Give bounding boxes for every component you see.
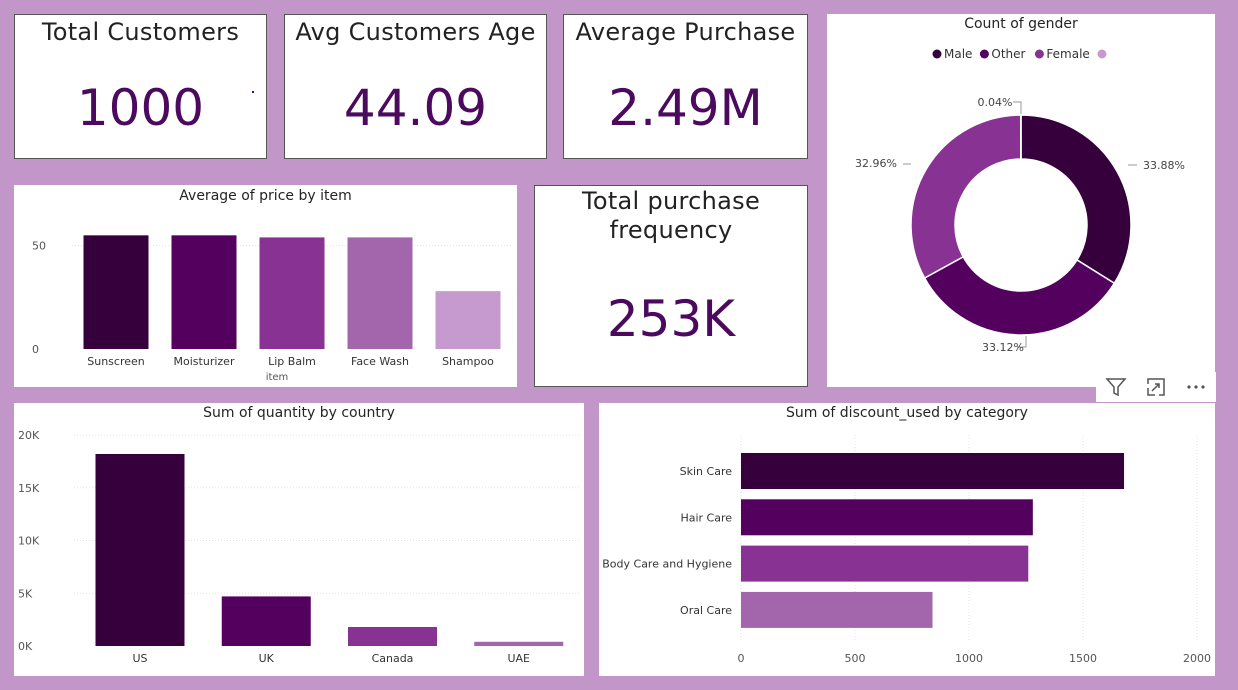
x-tick-label: Lip Balm [268,355,316,368]
donut-slice [923,255,1116,336]
qty-by-country-chart[interactable]: Sum of quantity by country 0K 5K 10K 15K 20K… [14,403,584,676]
legend-label: Male [944,47,972,61]
data-label: 33.88% [1143,159,1185,172]
kpi-value: 1000 [76,79,205,137]
visual-toolbar [1096,372,1216,402]
legend-label: Female [1046,47,1089,61]
bar [741,499,1033,536]
y-tick-label: Hair Care [680,511,732,524]
kpi-total-customers[interactable]: Total Customers 1000 [14,14,267,159]
data-label: 32.96% [855,157,897,170]
focus-mode-icon[interactable] [1142,374,1170,400]
x-tick-label: 500 [845,652,866,665]
kpi-title: Avg Customers Age [295,18,536,46]
data-label: 0.04% [978,96,1013,109]
x-tick-label: UK [259,652,275,665]
legend-marker [979,49,989,59]
kpi-title: Total Customers [41,18,240,46]
bar [741,453,1125,489]
legend-marker [1034,49,1044,59]
legend-marker [1097,49,1107,59]
y-tick-label: 0 [32,343,39,356]
x-tick-label: Shampoo [442,355,494,368]
kpi-value: 2.49M [608,79,763,137]
bar [347,237,413,349]
x-tick-label: Face Wash [351,355,409,368]
dot-marker [252,91,254,93]
legend-label: Other [991,47,1025,61]
x-tick-label: 0 [738,652,745,665]
y-tick-label: Skin Care [680,465,733,478]
gender-donut-plot: Male Other Female 33.88% 33.12% 32.96% 0.04% [855,47,1185,354]
kpi-title-line1: Total purchase [581,187,761,215]
x-tick-label: 2000 [1183,652,1211,665]
x-tick-label: US [132,652,147,665]
y-tick-label: 5K [18,587,33,600]
bar [171,235,237,349]
gender-donut-chart[interactable]: Count of gender Male Other Female 33.88% 33.… [827,14,1215,387]
kpi-avg-age[interactable]: Avg Customers Age 44.09 [284,14,547,159]
qty-by-country-plot: 0K 5K 10K 15K 20K US UK Canada UAE [18,429,579,665]
x-tick-label: UAE [507,652,530,665]
bar [435,291,501,349]
legend-marker [932,49,942,59]
donut-slice [1020,114,1132,285]
kpi-purchase-frequency[interactable]: Total purchase frequency 253K [534,185,808,387]
y-tick-label: 20K [18,429,40,442]
y-tick-label: 0K [18,640,33,653]
x-tick-label: Sunscreen [87,355,145,368]
bar [221,596,311,646]
x-tick-label: 1000 [955,652,983,665]
kpi-value: 44.09 [343,79,488,137]
kpi-title: Average Purchase [575,18,796,46]
kpi-value: 253K [606,290,736,348]
x-axis-label: item [266,372,289,383]
discount-by-category-plot: 0 500 1000 1500 2000 Skin Care Hair Care Body C… [602,435,1211,665]
kpi-title-line2: frequency [609,216,733,244]
bar [259,237,325,349]
bar [348,627,437,646]
kpi-avg-purchase[interactable]: Average Purchase 2.49M [563,14,808,159]
donut-slice [910,114,1022,280]
bar [741,545,1029,582]
discount-by-category-chart[interactable]: Sum of discount_used by category 0 500 100… [599,403,1215,676]
bar [741,591,933,628]
y-tick-label: 10K [18,535,40,548]
x-tick-label: Moisturizer [174,355,235,368]
x-tick-label: 1500 [1069,652,1097,665]
data-label: 33.12% [982,341,1024,354]
more-options-icon[interactable] [1182,374,1210,400]
bar [474,641,564,646]
y-tick-label: 50 [32,240,46,253]
bar [95,453,185,646]
x-tick-label: Canada [372,652,414,665]
bar [83,235,149,349]
filter-icon[interactable] [1102,374,1130,400]
price-by-item-chart[interactable]: Average of price by item 0 50 Sunscreen Moi… [14,185,517,387]
price-by-item-plot: 0 50 Sunscreen Moisturizer Lip Balm Face Wash… [32,235,512,383]
leader-line [1013,101,1022,114]
y-tick-label: Body Care and Hygiene [602,558,732,571]
y-tick-label: Oral Care [680,604,732,617]
y-tick-label: 15K [18,482,40,495]
